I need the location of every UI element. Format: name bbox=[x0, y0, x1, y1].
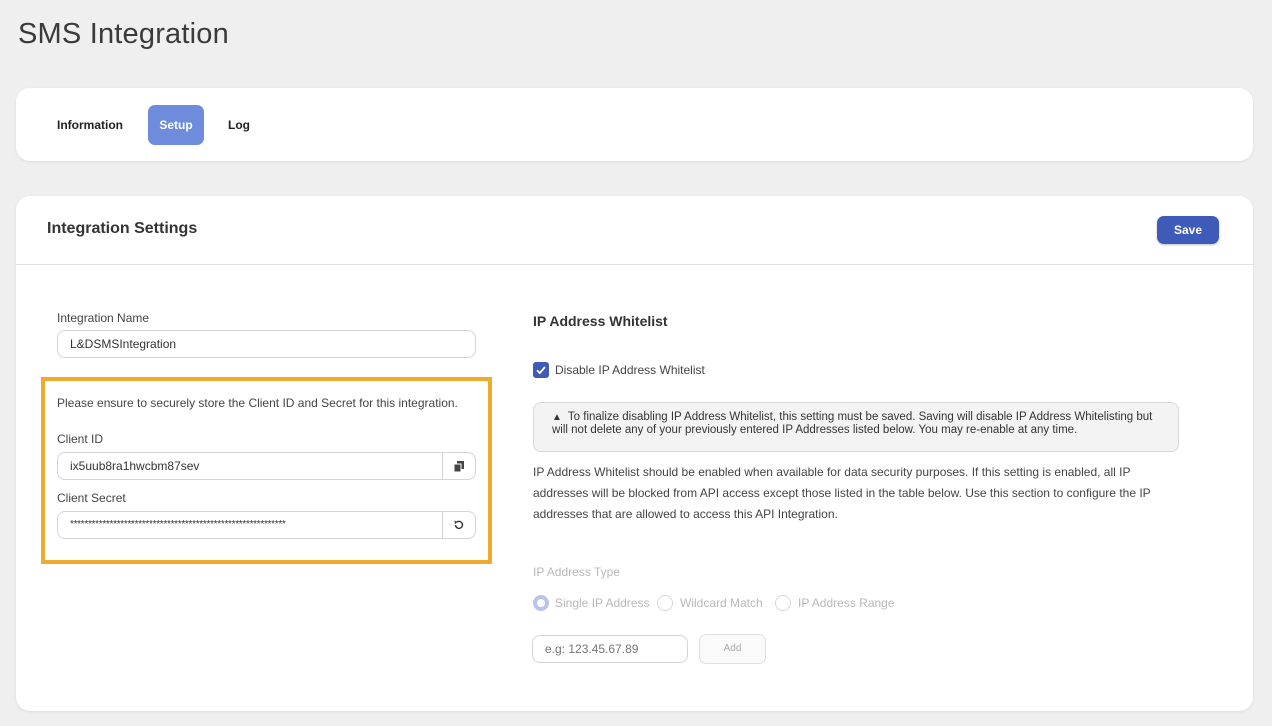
integration-name-input[interactable]: L&DSMSIntegration bbox=[57, 330, 476, 358]
integration-name-label: Integration Name bbox=[57, 311, 150, 325]
whitelist-description: IP Address Whitelist should be enabled w… bbox=[533, 465, 1151, 521]
radio-single-ip[interactable] bbox=[533, 595, 549, 611]
ip-type-label: IP Address Type bbox=[533, 565, 620, 579]
tabs-card: Information Setup Log bbox=[16, 88, 1253, 161]
client-secret-input[interactable]: ****************************************… bbox=[57, 511, 476, 539]
radio-single-ip-label: Single IP Address bbox=[555, 596, 650, 610]
client-id-value: ix5uub8ra1hwcbm87sev bbox=[70, 459, 200, 473]
card-title: Integration Settings bbox=[47, 220, 198, 237]
credentials-notice: Please ensure to securely store the Clie… bbox=[57, 396, 458, 410]
radio-wildcard[interactable] bbox=[657, 595, 673, 611]
client-id-input[interactable]: ix5uub8ra1hwcbm87sev bbox=[57, 452, 476, 480]
check-icon bbox=[536, 366, 546, 375]
warning-text: To finalize disabling IP Address Whiteli… bbox=[552, 411, 1153, 436]
radio-ip-range-label: IP Address Range bbox=[798, 596, 895, 610]
copy-icon[interactable] bbox=[442, 453, 475, 479]
page-title: SMS Integration bbox=[18, 18, 229, 50]
client-id-label: Client ID bbox=[57, 432, 104, 446]
client-secret-value: ****************************************… bbox=[70, 519, 286, 530]
whitelist-title: IP Address Whitelist bbox=[533, 313, 668, 329]
warning-icon: ▲ bbox=[552, 412, 562, 423]
tab-setup[interactable]: Setup bbox=[148, 105, 204, 145]
disable-whitelist-label: Disable IP Address Whitelist bbox=[555, 363, 705, 377]
client-secret-label: Client Secret bbox=[57, 491, 126, 505]
radio-ip-range[interactable] bbox=[775, 595, 791, 611]
integration-settings-card: Integration Settings Save Integration Na… bbox=[16, 196, 1253, 711]
refresh-icon[interactable] bbox=[442, 512, 475, 538]
whitelist-warning: ▲ To finalize disabling IP Address Whitel… bbox=[533, 402, 1179, 452]
save-button[interactable]: Save bbox=[1157, 216, 1219, 244]
disable-whitelist-checkbox[interactable] bbox=[533, 362, 549, 378]
tab-information[interactable]: Information bbox=[57, 105, 123, 145]
radio-wildcard-label: Wildcard Match bbox=[680, 596, 763, 610]
tab-log[interactable]: Log bbox=[228, 105, 250, 145]
ip-address-input[interactable] bbox=[532, 635, 688, 663]
add-ip-button[interactable]: Add bbox=[699, 634, 766, 664]
card-header: Integration Settings Save bbox=[16, 196, 1253, 265]
